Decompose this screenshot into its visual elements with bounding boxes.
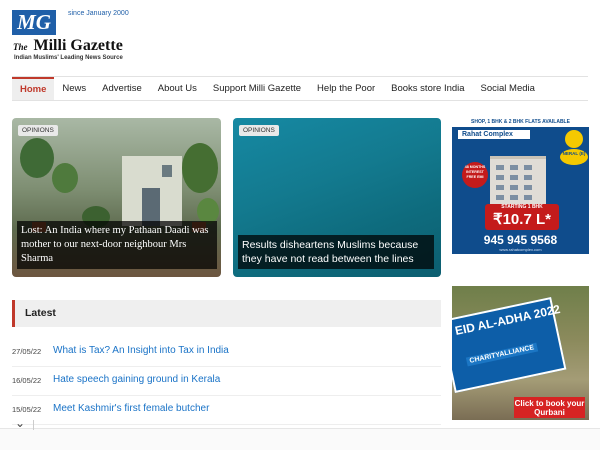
bottom-bar bbox=[0, 428, 600, 450]
plant-image bbox=[52, 163, 78, 193]
feature-card-1[interactable]: OPINIONS Lost: An India where my Pathaan… bbox=[12, 118, 221, 277]
news-date: 16/05/22 bbox=[12, 376, 42, 385]
list-item: 27/05/22 What is Tax? An Insight into Ta… bbox=[12, 339, 441, 367]
news-link[interactable]: Hate speech gaining ground in Kerala bbox=[53, 374, 220, 385]
divider bbox=[33, 420, 34, 430]
brand-name[interactable]: The Milli Gazette bbox=[13, 37, 123, 55]
brand-title: Milli Gazette bbox=[33, 37, 123, 54]
nav-help-the-poor[interactable]: Help the Poor bbox=[309, 77, 383, 100]
feature-title[interactable]: Lost: An India where my Pathaan Daadi wa… bbox=[17, 221, 217, 269]
latest-heading: Latest bbox=[12, 300, 441, 327]
category-badge[interactable]: OPINIONS bbox=[18, 125, 58, 136]
plant-image bbox=[182, 143, 218, 193]
category-badge[interactable]: OPINIONS bbox=[239, 125, 279, 136]
nav-about-us[interactable]: About Us bbox=[150, 77, 205, 100]
nav-home[interactable]: Home bbox=[12, 77, 55, 100]
chevron-down-icon[interactable]: ⌄ bbox=[8, 416, 32, 430]
ad-starting: STARTING 1 BHK bbox=[501, 204, 543, 210]
nav-support[interactable]: Support Milli Gazette bbox=[205, 77, 309, 100]
ad-emi-badge: 48 MONTHS INTEREST FREE EMI bbox=[462, 162, 488, 188]
feature-card-2[interactable]: OPINIONS Results disheartens Muslims bec… bbox=[233, 118, 441, 277]
feature-title[interactable]: Results disheartens Muslims because they… bbox=[238, 235, 434, 269]
tagline: Indian Muslims' Leading News Source bbox=[14, 55, 123, 61]
news-link[interactable]: Meet Kashmir's first female butcher bbox=[53, 403, 209, 414]
ad-brand-name: Rahat Complex bbox=[462, 131, 513, 138]
nav-books-store[interactable]: Books store India bbox=[383, 77, 472, 100]
book-qurbani-button[interactable]: Click to book your Qurbani bbox=[514, 397, 585, 418]
nav-news[interactable]: News bbox=[54, 77, 94, 100]
ad-brand: Rahat Complex bbox=[458, 130, 530, 139]
news-date: 27/05/22 bbox=[12, 347, 42, 356]
brand-prefix: The bbox=[13, 42, 28, 52]
ad-strip: SHOP, 1 BHK & 2 BHK FLATS AVAILABLE bbox=[452, 118, 589, 127]
ad-phone: 945 945 9568 bbox=[483, 233, 558, 247]
plant-image bbox=[20, 138, 54, 178]
main-nav: Home News Advertise About Us Support Mil… bbox=[12, 76, 588, 101]
nav-social-media[interactable]: Social Media bbox=[473, 77, 543, 100]
window-image bbox=[162, 165, 172, 177]
list-item: 16/05/22 Hate speech gaining ground in K… bbox=[12, 368, 441, 396]
since-label: since January 2000 bbox=[68, 10, 129, 17]
qurbani-ad[interactable]: EID AL-ADHA 2022 CHARITYALLIANCE Click t… bbox=[452, 286, 589, 420]
ad-website: www.rahatcomplex.com bbox=[499, 247, 542, 252]
news-date: 15/05/22 bbox=[12, 405, 42, 414]
news-link[interactable]: What is Tax? An Insight into Tax in Indi… bbox=[53, 345, 229, 356]
ad-price: STARTING 1 BHK ₹10.7 L* bbox=[485, 204, 559, 230]
latest-heading-label: Latest bbox=[25, 307, 56, 319]
ad-price-value: ₹10.7 L* bbox=[493, 211, 551, 228]
site-logo[interactable]: MG bbox=[12, 10, 56, 35]
nav-advertise[interactable]: Advertise bbox=[94, 77, 150, 100]
rahat-complex-ad[interactable]: SHOP, 1 BHK & 2 BHK FLATS AVAILABLE Raha… bbox=[452, 118, 589, 254]
ad-location: NERAL (E) bbox=[560, 149, 588, 165]
location-pin-icon bbox=[565, 130, 583, 148]
list-item: 15/05/22 Meet Kashmir's first female but… bbox=[12, 397, 441, 425]
